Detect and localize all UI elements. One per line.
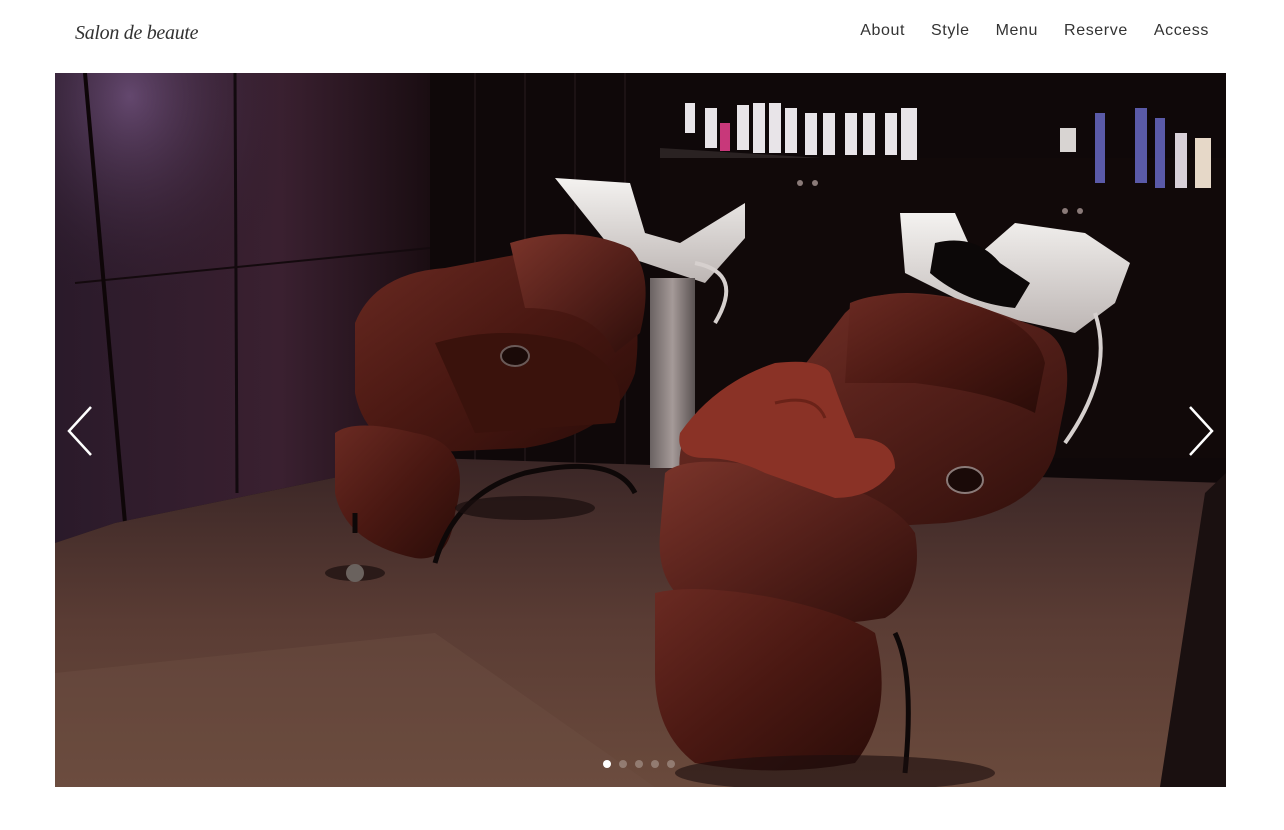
slide-image (55, 73, 1226, 787)
slider-dot-4[interactable] (651, 760, 659, 768)
slider-dot-2[interactable] (619, 760, 627, 768)
site-logo[interactable]: Salon de beaute (75, 22, 199, 45)
nav-link-reserve[interactable]: Reserve (1064, 22, 1128, 40)
nav-link-about[interactable]: About (860, 22, 905, 40)
nav-link-access[interactable]: Access (1154, 22, 1209, 40)
slider-pagination (603, 760, 675, 768)
hero-slider (55, 73, 1226, 787)
nav-link-menu[interactable]: Menu (996, 22, 1038, 40)
slider-dot-3[interactable] (635, 760, 643, 768)
chevron-right-icon[interactable] (1180, 403, 1220, 459)
slider-dot-5[interactable] (667, 760, 675, 768)
nav-link-style[interactable]: Style (931, 22, 970, 40)
chevron-left-icon[interactable] (61, 403, 101, 459)
slider-dot-1[interactable] (603, 760, 611, 768)
site-header: Salon de beaute About Style Menu Reserve… (0, 0, 1284, 73)
main-nav: About Style Menu Reserve Access (860, 22, 1209, 40)
